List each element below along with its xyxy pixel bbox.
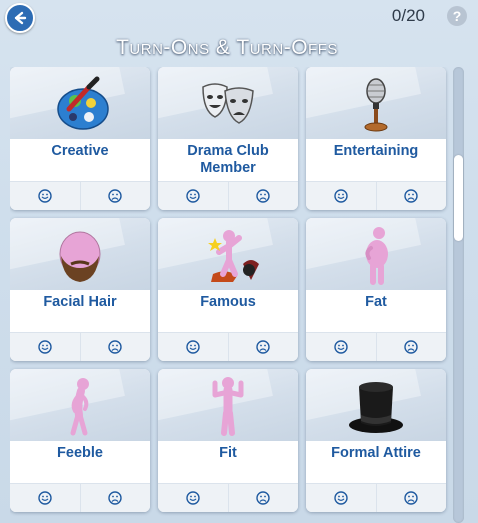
- turn-on-button[interactable]: [158, 182, 228, 210]
- frown-face-icon: [256, 189, 270, 203]
- fat-figure-icon: [365, 227, 388, 285]
- turn-on-button[interactable]: [10, 182, 80, 210]
- smiley-face-icon: [38, 189, 52, 203]
- trait-card-creative[interactable]: Creative: [10, 67, 150, 210]
- frown-face-icon: [108, 340, 122, 354]
- top-hat-icon: [349, 382, 403, 433]
- turn-on-button[interactable]: [306, 333, 376, 361]
- paint-palette-icon: [57, 76, 109, 130]
- frown-face-icon: [404, 340, 418, 354]
- trait-card-famous[interactable]: Famous: [158, 218, 298, 361]
- bearded-head-icon: [59, 231, 101, 282]
- frown-face-icon: [404, 491, 418, 505]
- trait-label: Facial Hair: [43, 294, 117, 310]
- trait-label: Entertaining: [333, 143, 419, 159]
- trait-label: Fat: [365, 294, 387, 310]
- trait-label: Fit: [219, 445, 237, 461]
- frown-face-icon: [404, 189, 418, 203]
- theater-masks-icon: [202, 83, 254, 124]
- turn-off-button[interactable]: [79, 182, 151, 210]
- feeble-figure-icon: [70, 378, 89, 436]
- trait-card-fit[interactable]: Fit: [158, 369, 298, 512]
- turn-off-button[interactable]: [79, 484, 151, 512]
- back-arrow-icon: [14, 11, 27, 25]
- frown-face-icon: [256, 340, 270, 354]
- turn-off-button[interactable]: [79, 333, 151, 361]
- famous-star-figure-icon: [208, 230, 259, 282]
- trait-card-entertaining[interactable]: Entertaining: [306, 67, 446, 210]
- turn-on-button[interactable]: [306, 182, 376, 210]
- turn-off-button[interactable]: [227, 182, 299, 210]
- smiley-face-icon: [186, 340, 200, 354]
- top-bar: 0/20 ?: [0, 0, 478, 34]
- smiley-face-icon: [334, 491, 348, 505]
- turn-off-button[interactable]: [375, 182, 447, 210]
- smiley-face-icon: [38, 340, 52, 354]
- help-icon: ?: [452, 8, 462, 24]
- frown-face-icon: [108, 189, 122, 203]
- trait-label: Formal Attire: [331, 445, 421, 461]
- turn-on-button[interactable]: [306, 484, 376, 512]
- smiley-face-icon: [334, 340, 348, 354]
- turn-on-button[interactable]: [158, 484, 228, 512]
- smiley-face-icon: [334, 189, 348, 203]
- trait-card-drama-club-member[interactable]: Drama Club Member: [158, 67, 298, 210]
- turn-on-button[interactable]: [158, 333, 228, 361]
- turn-off-button[interactable]: [227, 333, 299, 361]
- frown-face-icon: [256, 491, 270, 505]
- smiley-face-icon: [186, 189, 200, 203]
- microphone-icon: [364, 78, 388, 132]
- trait-label: Famous: [200, 294, 256, 310]
- turn-off-button[interactable]: [375, 333, 447, 361]
- turn-on-button[interactable]: [10, 333, 80, 361]
- trait-grid: Creative Drama Club Member Entertaining …: [10, 67, 450, 523]
- page-title: Turn-Ons & Turn-Offs: [116, 36, 338, 59]
- back-button[interactable]: [5, 3, 35, 33]
- scrollbar[interactable]: [453, 67, 464, 523]
- trait-label: Feeble: [57, 445, 103, 461]
- smiley-face-icon: [38, 491, 52, 505]
- smiley-face-icon: [186, 491, 200, 505]
- trait-card-fat[interactable]: Fat: [306, 218, 446, 361]
- help-button[interactable]: ?: [447, 6, 467, 26]
- turn-on-button[interactable]: [10, 484, 80, 512]
- frown-face-icon: [108, 491, 122, 505]
- trait-label: Creative: [51, 143, 109, 159]
- selection-counter: 0/20: [391, 6, 425, 25]
- fit-figure-icon: [212, 377, 244, 436]
- turn-off-button[interactable]: [227, 484, 299, 512]
- trait-card-feeble[interactable]: Feeble: [10, 369, 150, 512]
- trait-card-facial-hair[interactable]: Facial Hair: [10, 218, 150, 361]
- trait-label: Drama Club Member: [187, 143, 269, 176]
- turn-off-button[interactable]: [375, 484, 447, 512]
- trait-card-formal-attire[interactable]: Formal Attire: [306, 369, 446, 512]
- scrollbar-thumb[interactable]: [454, 155, 463, 241]
